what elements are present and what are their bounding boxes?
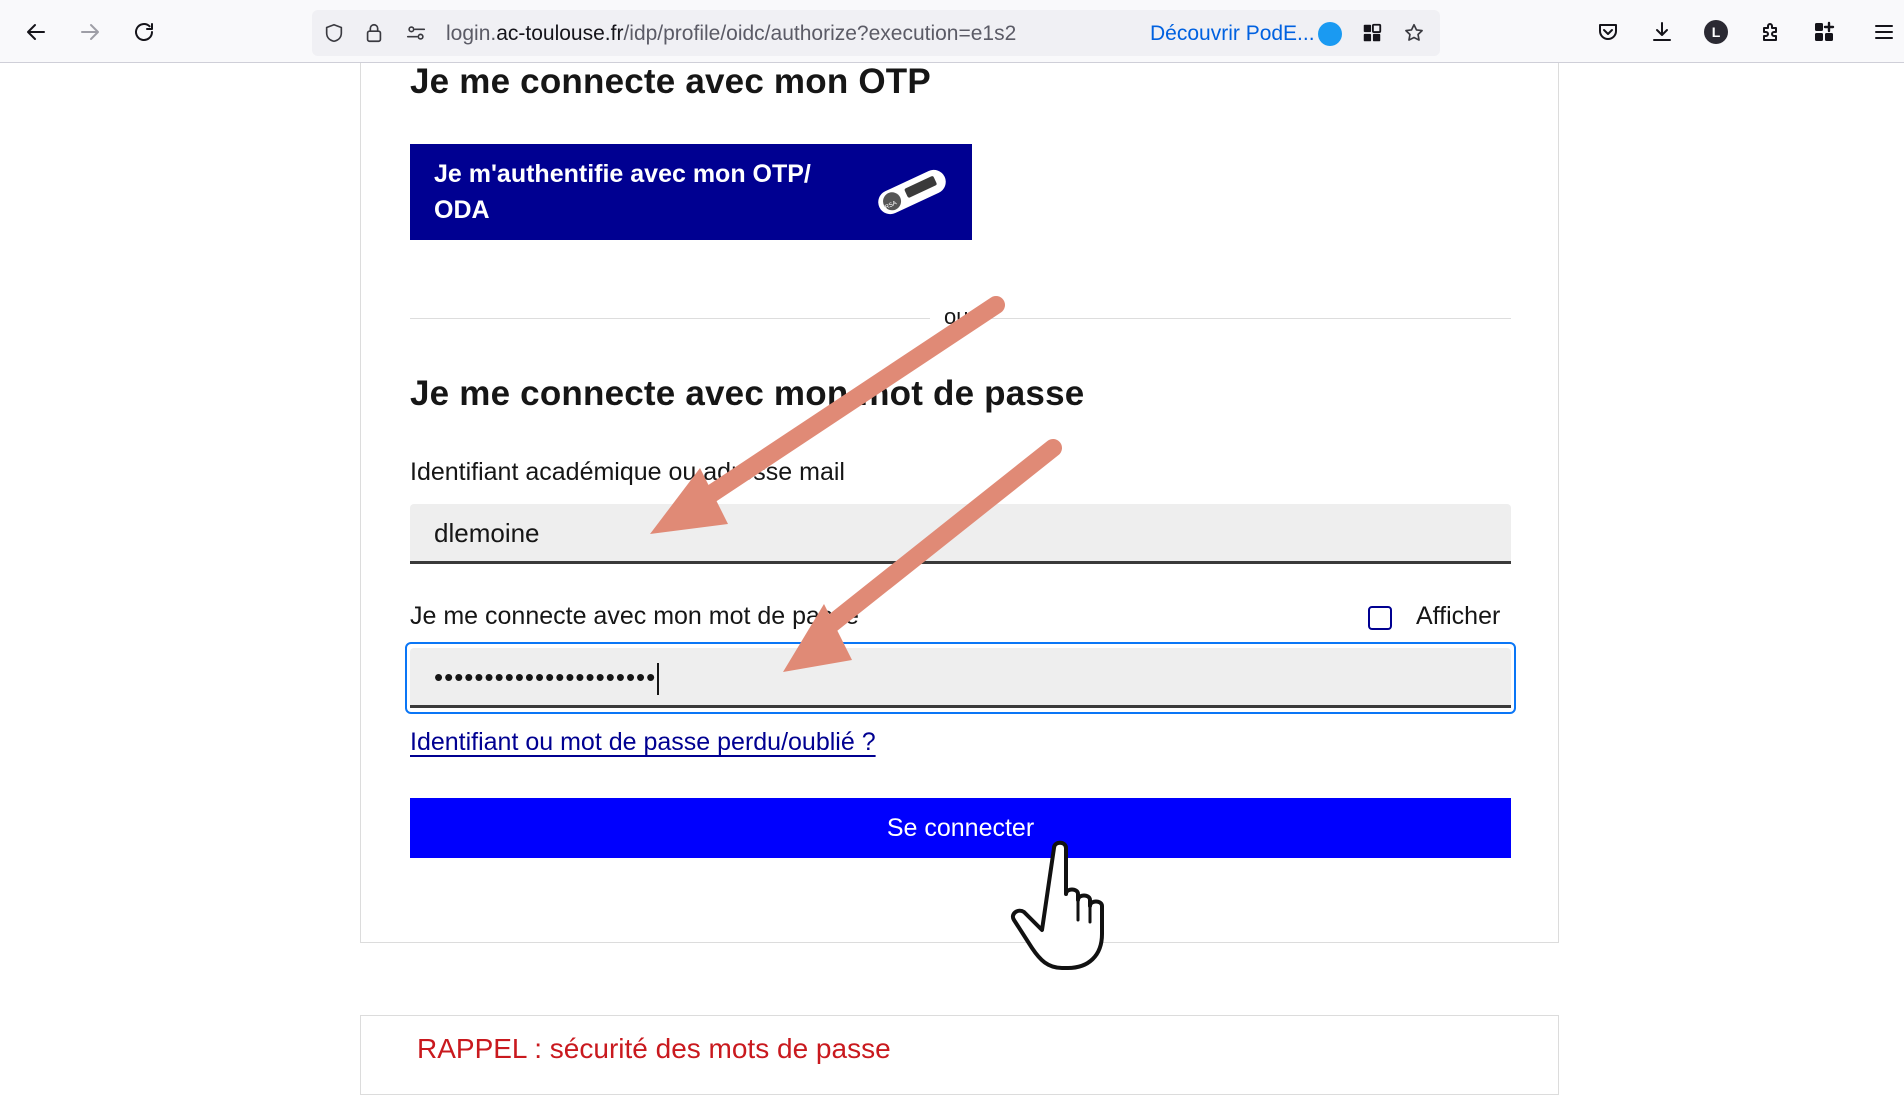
pocket-button[interactable] <box>1590 14 1626 50</box>
password-heading: Je me connecte avec mon mot de passe <box>410 374 1085 413</box>
apps-grid-icon <box>1815 21 1835 41</box>
otp-login-button[interactable]: Je m'authentifie avec mon OTP/ ODA RSA <box>410 144 972 240</box>
forgot-password-link[interactable]: Identifiant ou mot de passe perdu/oublié… <box>410 728 876 757</box>
url-prefix: login. <box>446 22 497 45</box>
permissions-icon[interactable] <box>404 21 428 45</box>
download-icon <box>1653 22 1671 41</box>
downloads-button[interactable] <box>1644 14 1680 50</box>
reload-button[interactable] <box>126 14 162 50</box>
puzzle-icon <box>1763 23 1777 41</box>
url-domain: ac-toulouse.fr <box>496 22 624 45</box>
hamburger-menu-icon <box>1875 25 1893 39</box>
submit-button[interactable]: Se connecter <box>410 798 1511 858</box>
account-button[interactable]: L <box>1698 14 1734 50</box>
qr-code-icon[interactable] <box>1360 21 1384 45</box>
password-input[interactable]: •••••••••••••••••••••• <box>410 648 1511 708</box>
reload-icon <box>135 23 153 41</box>
back-button[interactable] <box>18 14 54 50</box>
pocket-icon <box>1599 24 1617 40</box>
otp-heading: Je me connecte avec mon OTP <box>410 62 931 101</box>
back-arrow-icon <box>27 24 45 40</box>
extensions-button[interactable] <box>1752 14 1788 50</box>
forward-button[interactable] <box>72 14 108 50</box>
password-label: Je me connecte avec mon mot de passe <box>410 602 859 630</box>
reminder-title: RAPPEL : sécurité des mots de passe <box>417 1033 891 1064</box>
show-password-checkbox[interactable] <box>1368 606 1392 630</box>
promo-link[interactable]: Découvrir PodE... <box>1150 22 1315 46</box>
avatar: L <box>1704 20 1728 44</box>
otp-button-label: Je m'authentifie avec mon OTP/ ODA <box>434 160 811 224</box>
username-input[interactable]: dlemoine <box>410 504 1511 564</box>
separator-line-right <box>985 318 1511 319</box>
password-mask: •••••••••••••••••••••• <box>434 662 657 692</box>
url-text[interactable]: login.ac-toulouse.fr/idp/profile/oidc/au… <box>446 22 1016 46</box>
menu-button[interactable] <box>1866 14 1902 50</box>
show-password-label[interactable]: Afficher <box>1416 602 1500 631</box>
extension-dot-icon[interactable] <box>1318 22 1342 46</box>
address-bar[interactable]: login.ac-toulouse.fr/idp/profile/oidc/au… <box>312 10 1440 56</box>
tracking-shield-icon[interactable] <box>322 21 346 45</box>
forward-arrow-icon <box>81 24 99 40</box>
otp-token-icon: RSA <box>878 169 946 215</box>
url-path: /idp/profile/oidc/authorize?execution=e1… <box>623 22 1017 45</box>
lock-icon[interactable] <box>362 21 386 45</box>
separator-line-left <box>410 318 930 319</box>
text-caret <box>657 663 660 696</box>
separator-text: ou <box>944 304 969 329</box>
bookmark-star-icon[interactable] <box>1402 21 1426 45</box>
browser-toolbar: login.ac-toulouse.fr/idp/profile/oidc/au… <box>0 0 1904 63</box>
username-label: Identifiant académique ou adresse mail <box>410 458 845 486</box>
username-value: dlemoine <box>434 518 540 548</box>
apps-button[interactable] <box>1806 14 1842 50</box>
avatar-initial: L <box>1711 24 1721 40</box>
